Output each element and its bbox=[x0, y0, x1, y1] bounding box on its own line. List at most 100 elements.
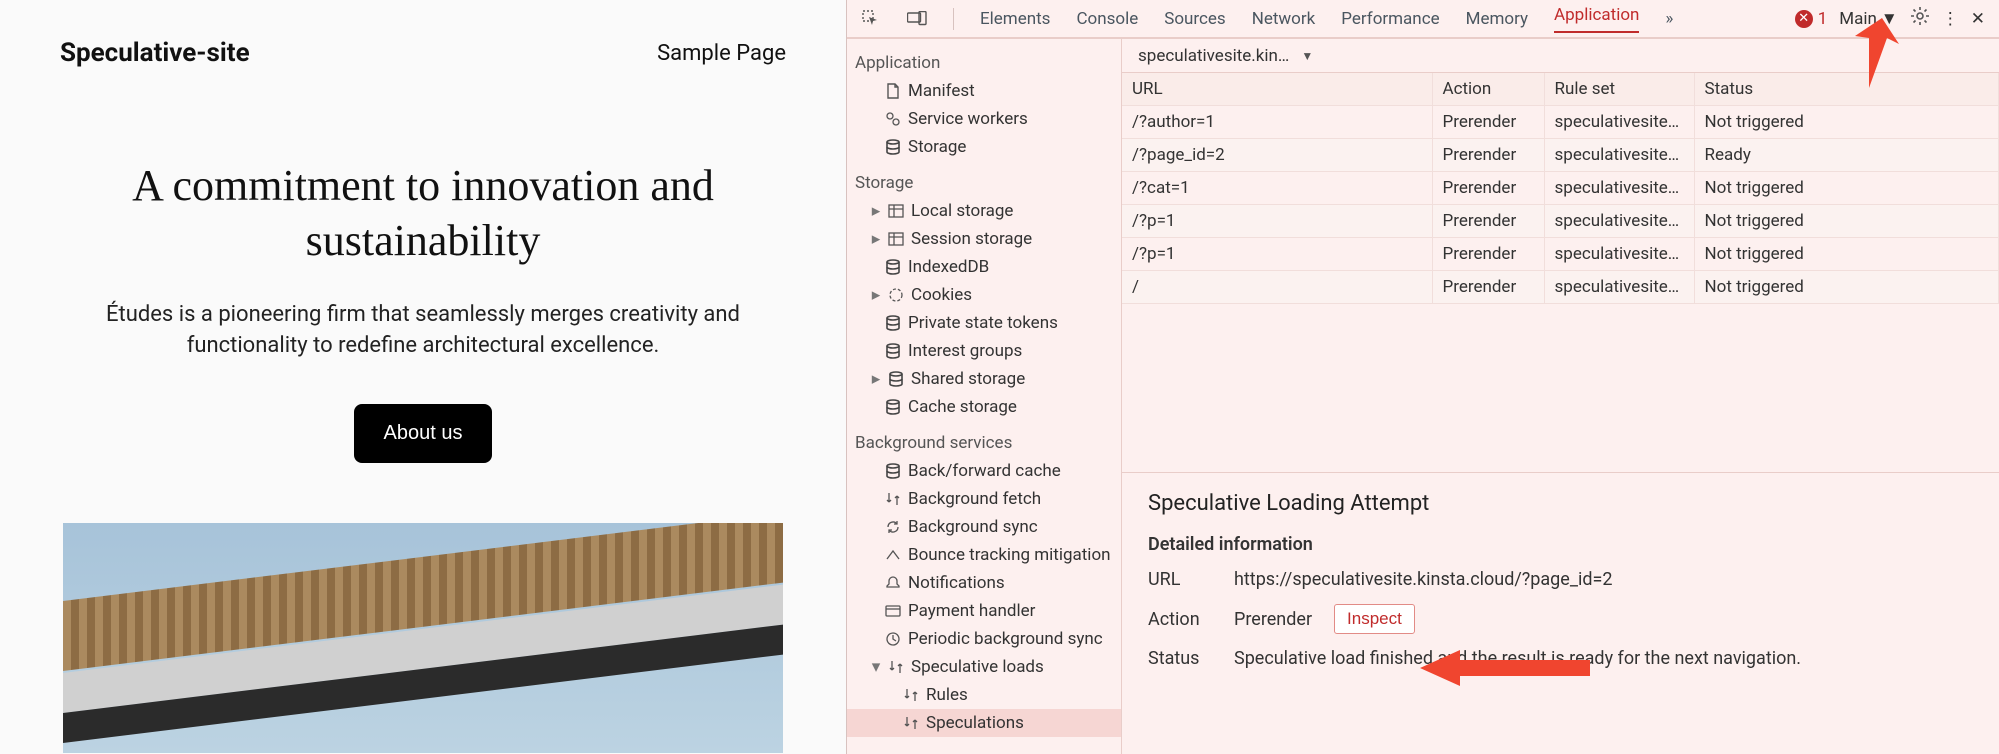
sidebar-item-cookies[interactable]: ▸Cookies bbox=[847, 281, 1121, 309]
cell-url: /?cat=1 bbox=[1122, 172, 1432, 205]
error-count-badge[interactable]: ✕ 1 bbox=[1795, 9, 1828, 29]
about-us-button[interactable]: About us bbox=[354, 404, 493, 463]
detail-row-url: URL https://speculativesite.kinsta.cloud… bbox=[1148, 569, 1973, 590]
settings-gear-icon[interactable] bbox=[1910, 6, 1930, 31]
cookie-icon bbox=[888, 287, 904, 303]
cell-ruleset: speculativesite… bbox=[1544, 106, 1694, 139]
table-icon bbox=[888, 203, 904, 219]
sidebar-item-manifest[interactable]: Manifest bbox=[847, 77, 1121, 105]
inspect-button[interactable]: Inspect bbox=[1334, 604, 1415, 634]
col-ruleset[interactable]: Rule set bbox=[1544, 73, 1694, 106]
sidebar-item-bg-fetch[interactable]: Background fetch bbox=[847, 485, 1121, 513]
detail-panel: Speculative Loading Attempt Detailed inf… bbox=[1122, 473, 1999, 754]
database-icon bbox=[885, 259, 901, 275]
detail-title: Speculative Loading Attempt bbox=[1148, 491, 1973, 516]
cell-status: Not triggered bbox=[1694, 238, 1999, 271]
tab-console[interactable]: Console bbox=[1076, 9, 1138, 29]
tab-application[interactable]: Application bbox=[1554, 5, 1639, 33]
inspect-element-icon[interactable] bbox=[861, 9, 881, 29]
close-icon[interactable]: ✕ bbox=[1971, 9, 1985, 29]
cell-action: Prerender bbox=[1432, 271, 1544, 304]
cell-ruleset: speculativesite… bbox=[1544, 238, 1694, 271]
table-row[interactable]: /Prerenderspeculativesite…Not triggered bbox=[1122, 271, 1999, 304]
hero-image bbox=[63, 523, 783, 753]
hero-title: A commitment to innovation and sustainab… bbox=[73, 158, 773, 268]
table-row[interactable]: /?p=1Prerenderspeculativesite…Not trigge… bbox=[1122, 238, 1999, 271]
col-status[interactable]: Status bbox=[1694, 73, 1999, 106]
cell-status: Not triggered bbox=[1694, 205, 1999, 238]
sidebar-item-cache-storage[interactable]: Cache storage bbox=[847, 393, 1121, 421]
table-row[interactable]: /?cat=1Prerenderspeculativesite…Not trig… bbox=[1122, 172, 1999, 205]
cell-action: Prerender bbox=[1432, 205, 1544, 238]
target-selector[interactable]: Main ▼ bbox=[1839, 9, 1897, 29]
speculations-table-wrap: URL Action Rule set Status /?author=1Pre… bbox=[1122, 73, 1999, 473]
col-url[interactable]: URL bbox=[1122, 73, 1432, 106]
clock-icon bbox=[885, 631, 901, 647]
cell-status: Ready bbox=[1694, 139, 1999, 172]
database-icon bbox=[885, 315, 901, 331]
tab-overflow[interactable]: » bbox=[1665, 9, 1673, 29]
detail-status-value: Speculative load finished and the result… bbox=[1234, 648, 1801, 669]
more-options-icon[interactable]: ⋮ bbox=[1942, 9, 1959, 29]
sidebar-item-periodic-sync[interactable]: Periodic background sync bbox=[847, 625, 1121, 653]
error-count: 1 bbox=[1818, 9, 1828, 29]
device-toolbar-icon[interactable] bbox=[907, 9, 927, 29]
sidebar-item-shared-storage[interactable]: ▸Shared storage bbox=[847, 365, 1121, 393]
sidebar-item-private-state-tokens[interactable]: Private state tokens bbox=[847, 309, 1121, 337]
sidebar-item-bfcache[interactable]: Back/forward cache bbox=[847, 457, 1121, 485]
sidebar-section-bg-services: Background services bbox=[847, 421, 1121, 457]
database-icon bbox=[885, 399, 901, 415]
cell-url: /?page_id=2 bbox=[1122, 139, 1432, 172]
chevron-down-icon[interactable]: ▼ bbox=[1301, 49, 1313, 63]
arrows-icon bbox=[903, 715, 919, 731]
tab-sources[interactable]: Sources bbox=[1164, 9, 1225, 29]
cell-ruleset: speculativesite… bbox=[1544, 271, 1694, 304]
sidebar-item-speculations[interactable]: Speculations bbox=[847, 709, 1121, 737]
sidebar-section-application: Application bbox=[847, 41, 1121, 77]
table-icon bbox=[888, 231, 904, 247]
cell-status: Not triggered bbox=[1694, 106, 1999, 139]
cell-url: /?author=1 bbox=[1122, 106, 1432, 139]
sidebar-item-speculative-loads[interactable]: ▾Speculative loads bbox=[847, 653, 1121, 681]
frame-selector[interactable]: speculativesite.kin… bbox=[1138, 46, 1289, 66]
tab-memory[interactable]: Memory bbox=[1466, 9, 1528, 29]
col-action[interactable]: Action bbox=[1432, 73, 1544, 106]
tab-performance[interactable]: Performance bbox=[1341, 9, 1439, 29]
tab-network[interactable]: Network bbox=[1252, 9, 1316, 29]
bounce-icon bbox=[885, 547, 901, 563]
detail-row-status: Status Speculative load finished and the… bbox=[1148, 648, 1973, 669]
bell-icon bbox=[885, 575, 901, 591]
database-icon bbox=[885, 139, 901, 155]
database-icon bbox=[885, 463, 901, 479]
database-icon bbox=[885, 343, 901, 359]
sidebar-item-service-workers[interactable]: Service workers bbox=[847, 105, 1121, 133]
sidebar-item-session-storage[interactable]: ▸Session storage bbox=[847, 225, 1121, 253]
site-logo[interactable]: Speculative-site bbox=[60, 38, 250, 68]
card-icon bbox=[885, 603, 901, 619]
sidebar-item-bg-sync[interactable]: Background sync bbox=[847, 513, 1121, 541]
sidebar-item-rules[interactable]: Rules bbox=[847, 681, 1121, 709]
sidebar-item-indexeddb[interactable]: IndexedDB bbox=[847, 253, 1121, 281]
sidebar-item-notifications[interactable]: Notifications bbox=[847, 569, 1121, 597]
cell-status: Not triggered bbox=[1694, 172, 1999, 205]
sidebar-item-local-storage[interactable]: ▸Local storage bbox=[847, 197, 1121, 225]
cell-action: Prerender bbox=[1432, 139, 1544, 172]
detail-action-value: Prerender bbox=[1234, 609, 1312, 630]
devtools-tabstrip: Elements Console Sources Network Perform… bbox=[847, 0, 1999, 38]
table-row[interactable]: /?author=1Prerenderspeculativesite…Not t… bbox=[1122, 106, 1999, 139]
table-row[interactable]: /?page_id=2Prerenderspeculativesite…Read… bbox=[1122, 139, 1999, 172]
site-nav-sample[interactable]: Sample Page bbox=[657, 41, 786, 66]
sidebar-item-storage[interactable]: Storage bbox=[847, 133, 1121, 161]
frame-selector-bar: speculativesite.kin… ▼ bbox=[1122, 39, 1999, 73]
detail-url-value: https://speculativesite.kinsta.cloud/?pa… bbox=[1234, 569, 1612, 590]
detail-row-action: Action Prerender Inspect bbox=[1148, 604, 1973, 634]
sidebar-item-interest-groups[interactable]: Interest groups bbox=[847, 337, 1121, 365]
sidebar-item-bounce[interactable]: Bounce tracking mitigation bbox=[847, 541, 1121, 569]
cell-action: Prerender bbox=[1432, 106, 1544, 139]
tab-elements[interactable]: Elements bbox=[980, 9, 1050, 29]
document-icon bbox=[885, 83, 901, 99]
chevron-down-icon: ▼ bbox=[1881, 9, 1898, 29]
sidebar-item-payment[interactable]: Payment handler bbox=[847, 597, 1121, 625]
table-row[interactable]: /?p=1Prerenderspeculativesite…Not trigge… bbox=[1122, 205, 1999, 238]
database-icon bbox=[888, 371, 904, 387]
